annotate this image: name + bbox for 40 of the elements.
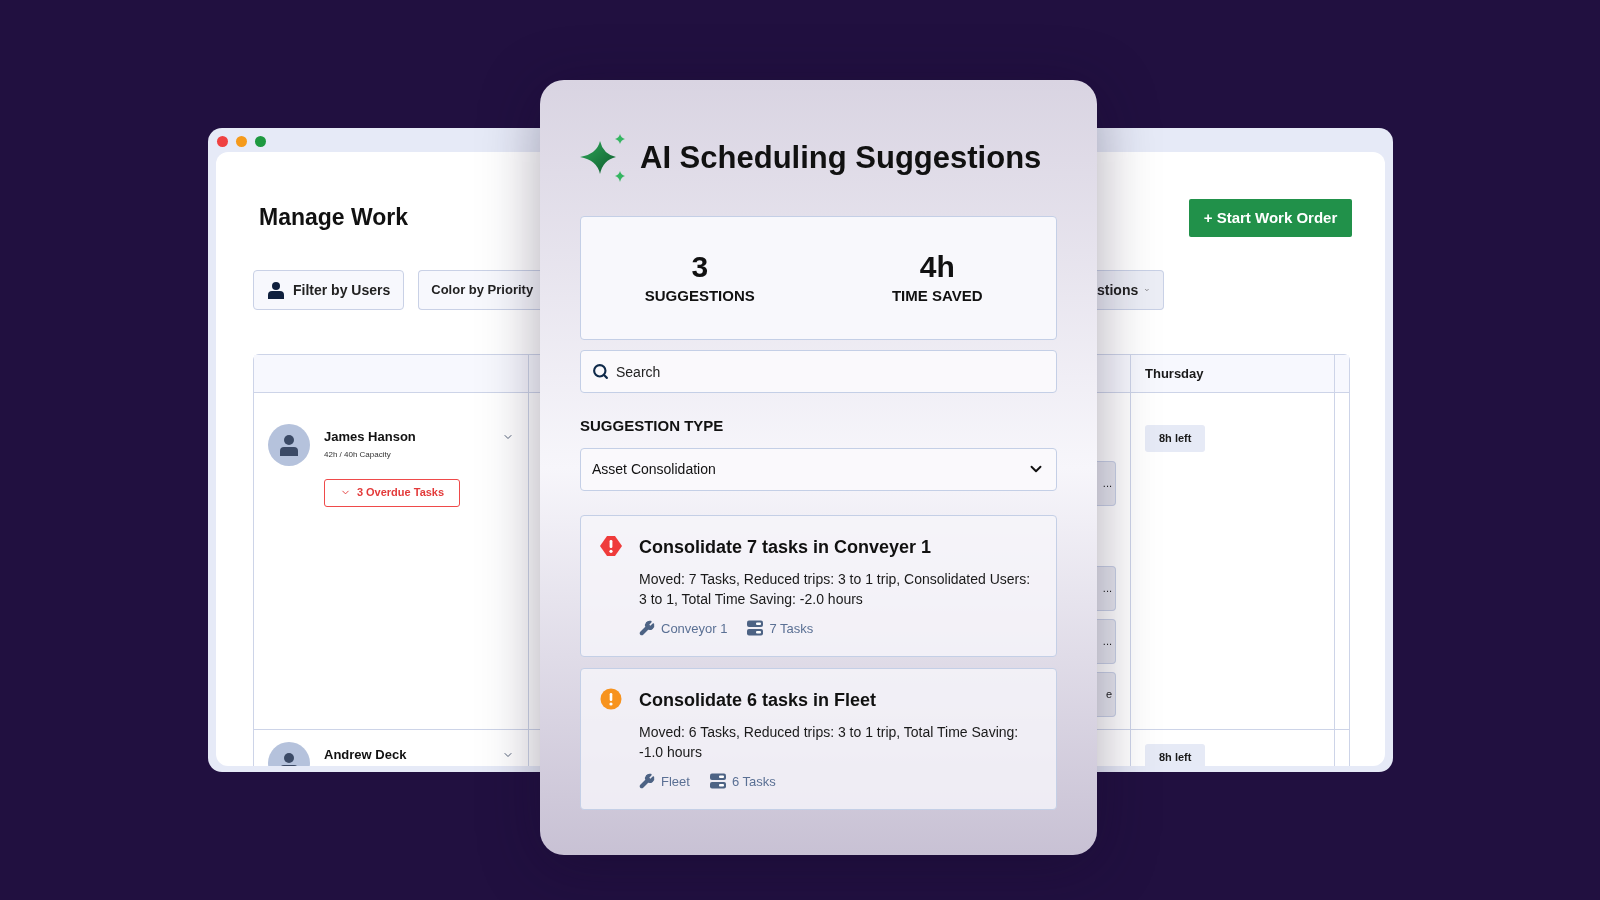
- search-field[interactable]: Search: [580, 350, 1057, 393]
- user-name: James Hanson: [324, 428, 416, 446]
- column-header: Thursday: [1145, 364, 1204, 383]
- alert-icon: [600, 687, 622, 710]
- suggestion-title: Consolidate 7 tasks in Conveyer 1: [639, 535, 933, 559]
- tasks-link[interactable]: 6 Tasks: [731, 771, 776, 791]
- warning-icon: [599, 534, 623, 557]
- avatar: [268, 424, 310, 466]
- wrench-icon: [639, 620, 655, 637]
- section-label: SUGGESTION TYPE: [580, 416, 725, 436]
- toolbar-button[interactable]: Filter by Users: [253, 270, 405, 310]
- hours-left-badge: 8h left: [1145, 425, 1206, 452]
- stat-label: SUGGESTIONS: [644, 285, 755, 306]
- start-work-order-button[interactable]: + Start Work Order: [1189, 199, 1352, 237]
- stack-icon: [747, 620, 764, 637]
- search-icon: [592, 363, 609, 380]
- stat-label: TIME SAVED: [891, 285, 983, 306]
- stack-icon: [709, 773, 726, 790]
- suggestion-card[interactable]: Consolidate 7 tasks in Conveyer 1 Moved: 7 Tasks, Reduced trips: 3 to 1 trip, Consolidated Users: 3 to 1, Total Time Saving: -2.0 hours Conveyor 1 7 Tasks: [580, 514, 1057, 657]
- capacity-text: 42h / 40h Capacity: [324, 448, 392, 461]
- user-icon: [267, 281, 285, 299]
- toolbar-button[interactable]: Color by Priority: [418, 270, 542, 310]
- user-name: Andrew Deck: [324, 746, 407, 764]
- type-select[interactable]: Asset Consolidation: [580, 447, 1057, 491]
- page-title: Manage Work: [259, 203, 409, 232]
- tasks-link[interactable]: 7 Tasks: [769, 618, 814, 638]
- suggestion-description: Moved: 7 Tasks, Reduced trips: 3 to 1 trip, Consolidated Users: 3 to 1, Total Time Saving: -2.0 hours: [639, 569, 1032, 609]
- hours-left-badge: 8h left: [1145, 744, 1206, 766]
- sparkle-icon: [580, 134, 626, 182]
- suggestion-title: Consolidate 6 tasks in Fleet: [639, 688, 878, 712]
- panel-title: AI Scheduling Suggestions: [640, 138, 1042, 177]
- stat-value: 4h: [919, 248, 955, 285]
- overdue-tasks-button[interactable]: 3 Overdue Tasks: [324, 478, 460, 507]
- asset-link[interactable]: Fleet: [661, 771, 690, 791]
- wrench-icon: [639, 773, 655, 790]
- suggestion-card[interactable]: Consolidate 6 tasks in Fleet Moved: 6 Tasks, Reduced trips: 3 to 1 trip, Total Time Saving: -1.0 hours Fleet 6 Tasks: [580, 667, 1057, 810]
- asset-link[interactable]: Conveyor 1: [661, 618, 728, 638]
- suggestion-description: Moved: 6 Tasks, Reduced trips: 3 to 1 trip, Total Time Saving: -1.0 hours: [639, 722, 1020, 762]
- dropdown-button[interactable]: stions: [1097, 270, 1164, 310]
- stat-value: 3: [691, 248, 709, 285]
